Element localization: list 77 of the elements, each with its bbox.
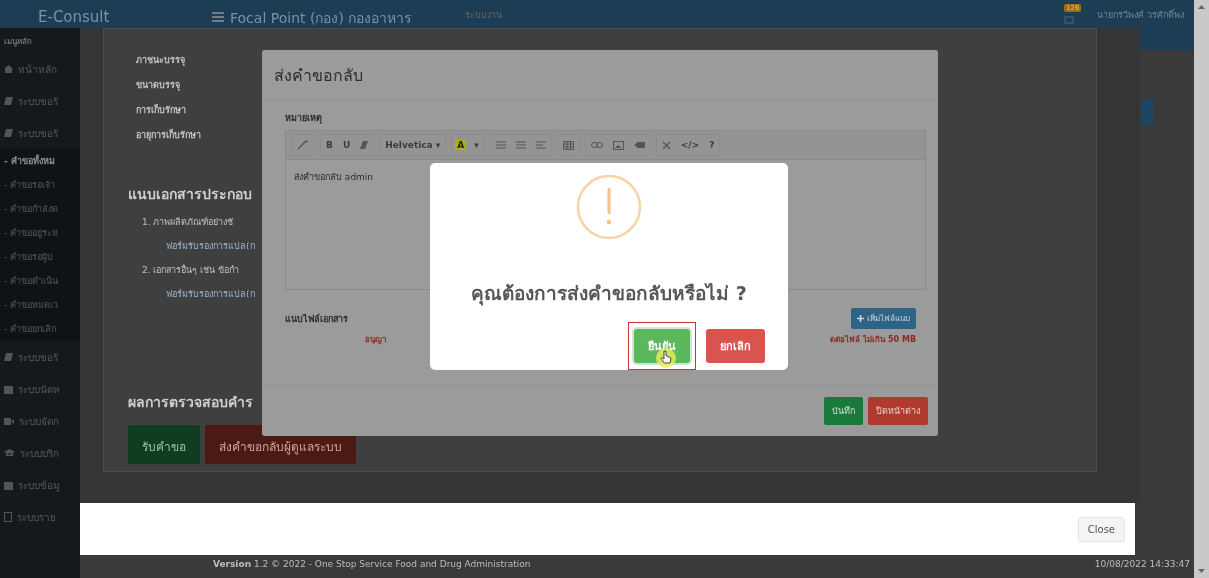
scroll-up-icon[interactable] [1198,5,1205,9]
list-icon[interactable] [515,141,526,149]
footer-button[interactable]: บันทึก [824,397,863,425]
align-icon[interactable] [535,141,546,149]
sidebar-item[interactable]: - คำขอทั้งหม [0,149,80,173]
sidebar-caption: เมนูหลัก [3,36,33,49]
scroll-down-icon[interactable] [1198,569,1205,573]
dialog-message: คุณต้องการส่งคำขอกลับหรือไม่ ? [471,281,747,308]
calendar-icon [4,480,13,490]
graduation-cap-icon [4,449,15,457]
close-button[interactable]: Close [1077,516,1125,542]
add-file-button[interactable]: เพิ่มไฟล์แนบ [851,308,916,329]
eraser-icon[interactable] [360,141,369,149]
expand-icon[interactable] [661,140,671,150]
timestamp: 10/08/2022 14:33:47 [1094,559,1190,569]
scrollbar[interactable] [1194,0,1209,578]
calendar-icon [4,384,13,394]
field-label: การเก็บรักษา [136,103,186,116]
sidebar-item[interactable]: - คำขอรอเจ้า [0,173,80,197]
dialog-button[interactable]: ยกเลิก [706,329,765,363]
magic-wand-icon[interactable] [297,140,309,150]
field-label: ขนาดบรรจุ [136,79,180,91]
editor-text: ส่งคำขอกลับ admin [293,171,375,184]
footer-button[interactable]: ปิดหน้าต่าง [868,397,928,425]
sidebar-item[interactable]: ระบบบริก [0,437,80,469]
brand-title: E-Consult [38,8,110,26]
sidebar-item[interactable]: ระบบนัดห [0,373,80,405]
notice-text: อนุญา [365,334,386,346]
toolbar-button[interactable]: B [321,140,338,150]
book-icon [4,97,13,105]
attachment-link[interactable]: ฟอร์มรับรองการแปล(ก [166,239,255,253]
action-button[interactable]: รับคำขอ [128,425,200,464]
sidebar-item[interactable]: - คำขอยกเลิก [0,317,80,341]
menu-icon[interactable] [212,12,224,22]
highlight-button[interactable]: A [455,140,467,150]
file-icon [4,512,12,522]
picture-icon[interactable] [612,140,624,150]
field-label: อายุการเก็บรักษา [136,128,201,141]
notice-text: ดต่อไฟล์ ไม่เกิน 50 MB [830,333,916,346]
modal-title: ส่งคำขอกลับ [274,64,363,87]
sidebar-item[interactable]: ระบบข้อมู [0,469,80,501]
sidebar-item[interactable]: - คำขอกำลังด [0,197,80,221]
sidebar-item[interactable]: ระบบราย [0,501,80,533]
section-heading: ผลการตรวจสอบคำร [128,393,253,412]
home-icon [4,65,13,73]
toolbar-button[interactable]: U [337,140,356,150]
section-heading: แนบเอกสารประกอบ [128,185,252,204]
attachment-text: 1. ภาพผลิตภัณฑ์อย่างชั [142,216,234,229]
toolbar-button[interactable]: ? [704,140,720,150]
book-icon [4,353,13,361]
attachment-text: 2. เอกสารอื่นๆ เช่น ข้อกำ [142,263,240,277]
sidebar-item[interactable]: - คำขอหมดเว [0,293,80,317]
link-icon[interactable] [590,142,603,148]
plus-icon [857,315,864,322]
list-icon[interactable] [495,141,506,149]
sidebar-item[interactable]: ระบบขอรั [0,117,80,149]
version-text: Version 1.2 © 2022 - One Stop Service Food and Drug Administration [213,559,531,569]
bell-icon[interactable] [1064,16,1074,24]
sidebar-item[interactable]: - คำขอดำเนิน [0,269,80,293]
field-label: แนบไฟล์เอกสาร [285,312,348,326]
sidebar-item[interactable]: ระบบขอรั [0,341,80,373]
table-icon[interactable] [562,140,574,150]
sidebar-item[interactable]: ระบบขอรั [0,85,80,117]
user-name[interactable]: นายกรวีพงศ์ วรศักดิ์พง [1097,8,1184,22]
sidebar-item[interactable]: - คำขออยู่ระห [0,221,80,245]
sidebar-item[interactable]: ระบบจัดก [0,405,80,437]
sidebar-item[interactable]: - คำขอรอผู้ป [0,245,80,269]
toolbar-button[interactable]: ▾ [469,140,484,150]
warning-icon [576,174,642,240]
sidebar-item[interactable]: หน้าหลัก [0,53,80,85]
toolbar-button[interactable]: </> [675,140,705,150]
field-label: ภาชนะบรรจุ [136,54,185,66]
top-field: ระบบงาน [465,8,502,22]
book-icon [4,129,13,137]
field-label: หมายเหตุ [285,112,323,125]
attachment-link[interactable]: ฟอร์มรับรองการแปล(ก [166,287,255,301]
page-title: Focal Point (กอง) กองอาหาร [230,9,413,28]
